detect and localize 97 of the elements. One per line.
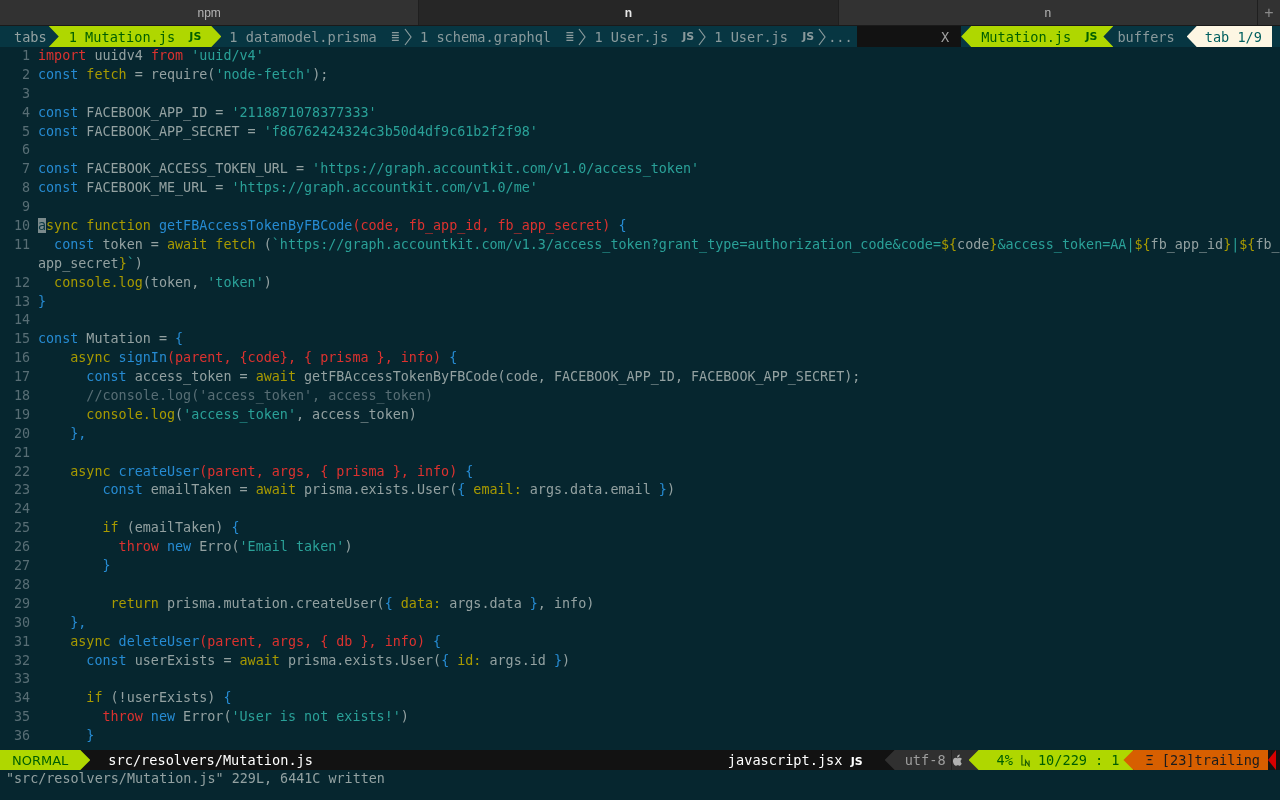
trailing-warning: Ξ [23]trailing xyxy=(1123,750,1268,770)
code-line: throw new Erro('Email taken') xyxy=(117,538,353,557)
line-number: 23 xyxy=(12,481,31,500)
code-line: const emailTaken = await prisma.exists.User({ email: args.data.email }) xyxy=(101,481,675,500)
tabs-label: tabs xyxy=(13,28,48,45)
code-line: const FACEBOOK_APP_SECRET = 'f86762424324c3b50d4df9c61b2f2f98' xyxy=(38,122,538,142)
code-line: if (!userExists) { xyxy=(85,689,232,708)
line-number: 14 xyxy=(12,311,31,330)
code-line: } xyxy=(101,557,111,576)
line-number: 28 xyxy=(12,575,31,594)
buffer-tab[interactable]: 1 datamodel.prisma ≣ xyxy=(221,26,405,47)
filetype-label: javascript.jsx JS xyxy=(727,752,864,768)
line-number: 2 xyxy=(20,65,31,84)
percent-label: 4% xyxy=(996,752,1013,768)
line-number: 9 xyxy=(20,198,31,217)
buffer-tab[interactable]: 1 schema.graphql ≣ xyxy=(412,26,579,47)
line-number: 34 xyxy=(12,689,31,708)
line-number: 24 xyxy=(12,500,31,519)
warning-tip xyxy=(1268,750,1276,770)
code-line: async deleteUser(parent, args, { db }, info) { xyxy=(69,632,442,651)
line-number: 15 xyxy=(12,330,31,349)
buffers-label: buffers xyxy=(1116,28,1176,45)
line-number: 19 xyxy=(12,405,31,424)
separator-icon xyxy=(698,26,707,47)
position-separator: : xyxy=(1095,752,1104,768)
line-number: 18 xyxy=(12,387,31,406)
code-line: throw new Error('User is not exists!') xyxy=(101,708,409,727)
line-number: 12 xyxy=(12,273,31,292)
code-line: console.log('access_token', access_token) xyxy=(85,405,417,425)
code-line: const FACEBOOK_ME_URL = 'https://graph.accountkit.com/v1.0/me' xyxy=(38,179,538,198)
code-line: } xyxy=(85,727,95,746)
overflow-indicator: ... xyxy=(827,28,854,45)
line-number: 13 xyxy=(12,292,31,311)
code-line: console.log(token, 'token') xyxy=(53,273,272,292)
line-number: 32 xyxy=(12,651,31,670)
encoding-label: utf-8 xyxy=(884,750,952,770)
terminal-tab[interactable]: npm xyxy=(0,0,420,25)
code-line: }, xyxy=(69,613,87,632)
line-number: 4 xyxy=(20,103,31,122)
code-line: async function getFBAccessTokenByFBCode(code, fb_app_id, fb_app_secret) { xyxy=(38,217,627,236)
current-buffer: Mutation.js JS xyxy=(961,26,1114,47)
line-number: 5 xyxy=(20,122,31,141)
apple-icon xyxy=(951,753,963,767)
line-number: 35 xyxy=(12,708,31,727)
line-number: 17 xyxy=(12,368,31,387)
line-number: 20 xyxy=(12,424,31,443)
line-number: 6 xyxy=(20,141,31,160)
terminal-tab[interactable]: n xyxy=(419,0,839,25)
mode-indicator: NORMAL xyxy=(0,750,91,770)
code-line: return prisma.mutation.createUser({ data: args.data }, info) xyxy=(109,594,595,613)
line-number: 8 xyxy=(20,179,31,198)
code-line: app_secret}`) xyxy=(38,254,143,274)
code-line: } xyxy=(38,292,47,311)
line-number: 33 xyxy=(12,670,31,689)
code-line: //console.log('access_token', access_token) xyxy=(85,387,434,406)
column-position: 1 xyxy=(1111,752,1120,768)
separator-icon xyxy=(404,26,413,47)
line-number: 22 xyxy=(12,462,31,481)
line-number: 11 xyxy=(12,235,31,254)
code-line: if (emailTaken) { xyxy=(101,519,240,538)
code-line: const token = await fetch (`https://graph.accountkit.com/v1.3/access_token?grant_type=authorization_code&code=${code}&access_token=AA|${fb_app_id}|${fb_ xyxy=(53,235,1280,255)
line-number: 1 xyxy=(20,47,31,65)
command-message: "src/resolvers/Mutation.js" 229L, 6441C written xyxy=(5,770,386,788)
buffer-tab[interactable]: 1 Mutation.js JS xyxy=(48,26,222,47)
line-number: 31 xyxy=(12,632,31,651)
line-number: 26 xyxy=(12,538,31,557)
code-line: const Mutation = { xyxy=(38,330,184,349)
code-line: import uuidv4 from 'uuid/v4' xyxy=(38,47,264,65)
code-line: const access_token = await getFBAccessTokenByFBCode(code, FACEBOOK_APP_ID, FACEBOOK_APP_SECRET); xyxy=(85,368,861,387)
new-tab-button[interactable]: + xyxy=(1258,0,1280,25)
line-number: 29 xyxy=(12,594,31,613)
line-number: 3 xyxy=(20,84,31,103)
line-number: 30 xyxy=(12,613,31,632)
line-number-icon xyxy=(1020,753,1030,767)
line-number: 36 xyxy=(12,727,31,746)
terminal-tab[interactable]: n xyxy=(838,0,1258,25)
code-line: async createUser(parent, args, { prisma }, info) { xyxy=(69,462,474,481)
line-position: 10/229 xyxy=(1037,752,1088,768)
separator-icon xyxy=(818,26,827,47)
buffer-tab[interactable]: 1 User.js JS xyxy=(586,26,699,47)
code-line: }, xyxy=(69,424,87,443)
code-line: const userExists = await prisma.exists.User({ id: args.id }) xyxy=(85,651,571,670)
buffer-tab[interactable]: 1 User.js JS xyxy=(706,26,819,47)
code-line: async signIn(parent, {code}, { prisma }, info) { xyxy=(69,349,458,368)
tab-counter: tab 1/9 xyxy=(1186,26,1272,47)
close-button[interactable]: X xyxy=(929,26,962,47)
line-number: 16 xyxy=(12,349,31,368)
code-line: const FACEBOOK_APP_ID = '2118871078377333' xyxy=(38,103,377,123)
separator-icon xyxy=(578,26,587,47)
code-line: const FACEBOOK_ACCESS_TOKEN_URL = 'https://graph.accountkit.com/v1.0/access_token' xyxy=(38,160,700,179)
line-number: 25 xyxy=(12,519,31,538)
file-path: src/resolvers/Mutation.js xyxy=(107,752,313,768)
line-number: 27 xyxy=(12,557,31,576)
line-number: 10 xyxy=(12,217,31,235)
code-line: const fetch = require('node-fetch'); xyxy=(38,65,329,84)
line-number: 7 xyxy=(20,160,31,179)
line-number: 21 xyxy=(12,443,31,462)
